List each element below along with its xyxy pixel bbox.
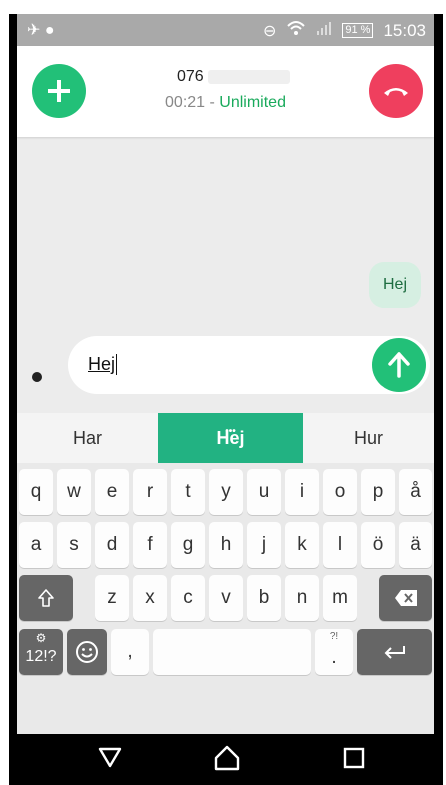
outgoing-message-bubble: Hej xyxy=(369,262,422,308)
key-a-ring[interactable]: å xyxy=(399,469,432,515)
more-suggestions-icon: ••• xyxy=(225,426,236,437)
keyboard: q w e r t y u i o p å a s d f g h j k l … xyxy=(17,463,434,734)
recents-button[interactable] xyxy=(343,747,365,774)
key-c[interactable]: c xyxy=(171,575,205,621)
period-key[interactable]: ?! . xyxy=(315,629,353,675)
call-header: 076 00:21 - Unlimited xyxy=(17,46,434,137)
key-m[interactable]: m xyxy=(323,575,357,621)
home-icon xyxy=(214,745,240,771)
recording-indicator xyxy=(32,372,42,382)
key-v[interactable]: v xyxy=(209,575,243,621)
shift-key[interactable] xyxy=(19,575,73,621)
key-k[interactable]: k xyxy=(285,522,319,568)
home-button[interactable] xyxy=(213,744,241,777)
enter-icon xyxy=(384,646,405,659)
suggestion-strip: Har Hej ••• Hur xyxy=(17,413,434,463)
key-n[interactable]: n xyxy=(285,575,319,621)
smiley-icon xyxy=(76,641,98,663)
backspace-key[interactable] xyxy=(379,575,432,621)
key-z[interactable]: z xyxy=(95,575,129,621)
key-a-umlaut[interactable]: ä xyxy=(399,522,432,568)
key-l[interactable]: l xyxy=(323,522,357,568)
key-u[interactable]: u xyxy=(247,469,281,515)
key-h[interactable]: h xyxy=(209,522,243,568)
key-p[interactable]: p xyxy=(361,469,395,515)
hang-up-button[interactable] xyxy=(369,64,423,118)
backspace-icon xyxy=(394,590,417,606)
period-key-alt: ?! xyxy=(329,631,339,642)
navigation-bar xyxy=(17,734,434,785)
key-o[interactable]: o xyxy=(323,469,357,515)
clock: 15:03 xyxy=(383,20,426,40)
key-j[interactable]: j xyxy=(247,522,281,568)
status-left-icons: ✈ ● xyxy=(27,20,55,40)
enter-key[interactable] xyxy=(357,629,432,675)
call-status-separator: - xyxy=(205,94,220,111)
settings-gear-icon: ⚙ xyxy=(35,631,47,645)
key-g[interactable]: g xyxy=(171,522,205,568)
symbols-key-label: 12!? xyxy=(25,648,57,665)
key-o-umlaut[interactable]: ö xyxy=(361,522,395,568)
do-not-disturb-icon: ⊖ xyxy=(262,22,277,40)
space-bar[interactable] xyxy=(153,629,311,675)
key-t[interactable]: t xyxy=(171,469,205,515)
key-a[interactable]: a xyxy=(19,522,53,568)
battery-indicator: 91 % xyxy=(342,23,374,38)
call-plan: Unlimited xyxy=(219,94,286,111)
suggestion-hur[interactable]: Hur xyxy=(303,413,434,463)
emoji-key[interactable] xyxy=(67,629,107,675)
back-triangle-icon xyxy=(98,747,122,768)
signal-icon xyxy=(316,20,332,41)
status-right-icons: ⊖ 91 % 15:03 xyxy=(263,20,426,41)
key-r[interactable]: r xyxy=(133,469,167,515)
suggestion-hej[interactable]: Hej ••• xyxy=(158,413,303,463)
key-i[interactable]: i xyxy=(285,469,319,515)
phone-screen: ✈ ● ⊖ 91 % 15:03 076 00:21 - Unlimited H… xyxy=(17,14,434,785)
shift-icon xyxy=(38,589,54,607)
hang-up-icon xyxy=(384,88,408,96)
key-s[interactable]: s xyxy=(57,522,91,568)
period-key-label: . xyxy=(331,647,337,668)
suggestion-har[interactable]: Har xyxy=(17,413,158,463)
key-y[interactable]: y xyxy=(209,469,243,515)
call-number-prefix: 076 xyxy=(177,68,204,85)
key-x[interactable]: x xyxy=(133,575,167,621)
wifi-icon xyxy=(286,20,306,41)
redacted-number xyxy=(207,69,290,84)
arrow-up-icon xyxy=(388,352,410,378)
symbols-key[interactable]: ⚙ 12!? xyxy=(19,629,63,675)
call-number: 076 xyxy=(177,68,290,86)
message-composer: Hej xyxy=(68,336,430,394)
back-button[interactable] xyxy=(97,744,123,775)
message-input[interactable]: Hej xyxy=(88,354,118,375)
airplane-icon: ✈ xyxy=(27,22,41,39)
key-d[interactable]: d xyxy=(95,522,129,568)
notification-dot-icon: ● xyxy=(44,22,55,39)
status-bar: ✈ ● ⊖ 91 % 15:03 xyxy=(17,14,434,46)
key-q[interactable]: q xyxy=(19,469,53,515)
key-f[interactable]: f xyxy=(133,522,167,568)
recents-square-icon xyxy=(343,747,365,769)
key-e[interactable]: e xyxy=(95,469,129,515)
send-button[interactable] xyxy=(372,338,426,392)
comma-key[interactable]: , xyxy=(111,629,149,675)
key-b[interactable]: b xyxy=(247,575,281,621)
call-duration: 00:21 xyxy=(165,94,206,111)
key-w[interactable]: w xyxy=(57,469,91,515)
device-frame: ✈ ● ⊖ 91 % 15:03 076 00:21 - Unlimited H… xyxy=(9,14,443,785)
